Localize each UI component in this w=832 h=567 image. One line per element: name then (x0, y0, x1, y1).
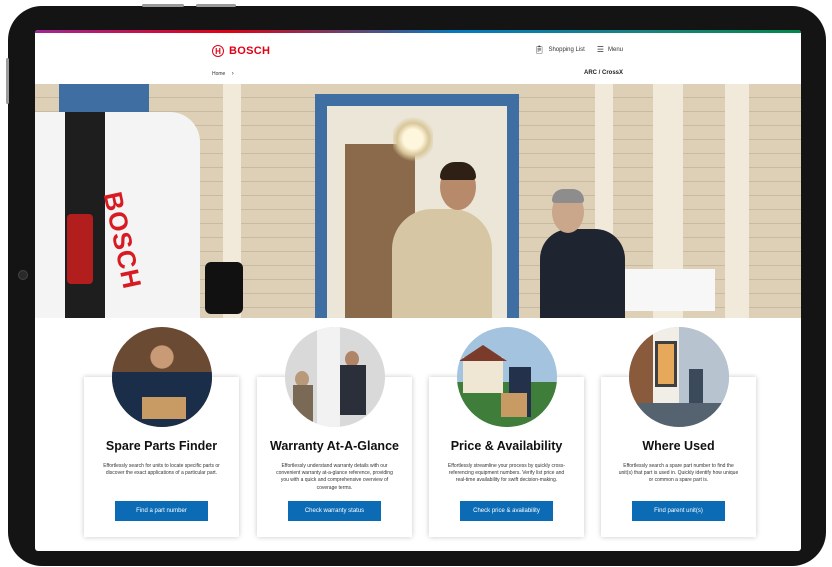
spare-parts-photo (112, 327, 212, 427)
outdoor-unit (623, 269, 715, 311)
card-warranty: Warranty At-A-Glance Effortlessly unders… (257, 327, 412, 537)
warranty-photo (285, 327, 385, 427)
check-warranty-button[interactable]: Check warranty status (288, 501, 381, 521)
bosch-logo[interactable]: H BOSCH (212, 45, 270, 57)
where-used-photo (629, 327, 729, 427)
homeowner (392, 209, 492, 318)
card-where-used: Where Used Effortlessly search a spare p… (601, 327, 756, 537)
hamburger-icon: ☰ (596, 45, 604, 54)
card-description: Effortlessly understand warranty details… (276, 463, 393, 491)
camera-dot (18, 270, 28, 280)
price-availability-photo (457, 327, 557, 427)
card-title: Where Used (642, 439, 715, 453)
breadcrumb-separator: › (231, 71, 234, 77)
van-mirror (205, 262, 243, 314)
tablet-button-side (6, 58, 9, 104)
tablet-button-top-1 (142, 4, 184, 7)
card-spare-parts: Spare Parts Finder Effortlessly search f… (84, 327, 239, 537)
tablet-button-top-2 (196, 4, 236, 7)
technician (540, 229, 625, 318)
site-header: H BOSCH 📋︎ Shopping List ☰ Menu Home › A… (35, 33, 801, 81)
porch-pillar (725, 84, 749, 318)
card-price-availability: Price & Availability Effortlessly stream… (429, 327, 584, 537)
homeowner-hair (440, 162, 476, 180)
card-description: Effortlessly streamline your process by … (447, 463, 566, 484)
check-price-availability-button[interactable]: Check price & availability (460, 501, 553, 521)
shopping-list-link[interactable]: 📋︎ Shopping List (534, 45, 585, 54)
bosch-armature-icon: H (212, 45, 224, 57)
card-title: Warranty At-A-Glance (270, 439, 399, 453)
menu-label: Menu (607, 46, 623, 53)
card-description: Effortlessly search a spare part number … (618, 463, 739, 484)
header-nav: 📋︎ Shopping List ☰ Menu (534, 45, 623, 54)
shopping-list-label: Shopping List (548, 46, 585, 53)
brand-name: BOSCH (229, 45, 271, 57)
clipboard-icon: 📋︎ (534, 45, 545, 54)
van-tail-light (67, 214, 93, 284)
page-title: ARC / CrossX (583, 70, 623, 76)
card-title: Price & Availability (450, 439, 563, 453)
card-title: Spare Parts Finder (105, 439, 218, 453)
chandelier (393, 114, 433, 164)
hero-image: BOSCH (35, 84, 801, 318)
card-description: Effortlessly search for units to locate … (103, 463, 220, 477)
menu-button[interactable]: ☰ Menu (597, 45, 623, 54)
breadcrumb-home[interactable]: Home (212, 71, 225, 77)
breadcrumb: Home › (212, 71, 234, 77)
find-part-number-button[interactable]: Find a part number (115, 501, 208, 521)
find-parent-units-button[interactable]: Find parent unit(s) (632, 501, 725, 521)
technician-hair (552, 189, 584, 203)
